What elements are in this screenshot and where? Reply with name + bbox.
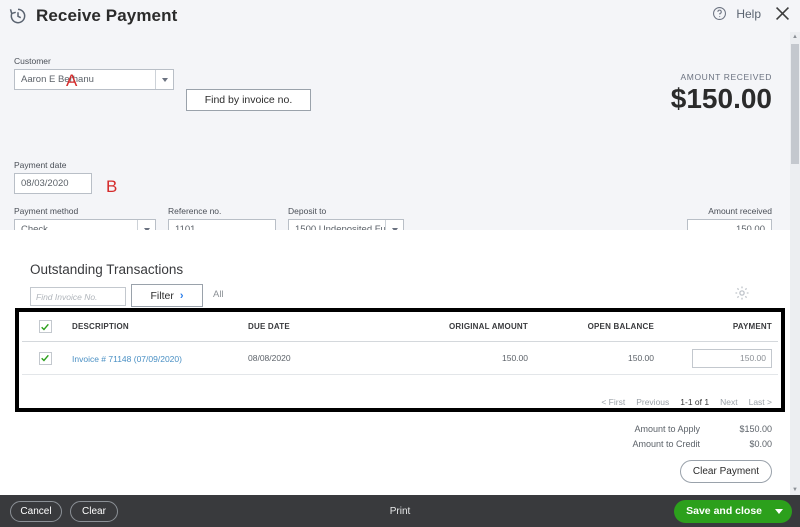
reference-no-label: Reference no. — [168, 206, 222, 216]
invoice-date: (07/09/2020) — [131, 354, 182, 364]
pagination-last[interactable]: Last > — [749, 397, 772, 407]
save-and-close-button[interactable]: Save and close — [674, 499, 792, 523]
customer-label: Customer — [14, 56, 51, 66]
pagination-first[interactable]: < First — [601, 397, 625, 407]
amount-to-apply-value: $150.00 — [739, 424, 772, 434]
checkbox-checked-icon — [38, 320, 52, 333]
filter-button[interactable]: Filter › — [131, 284, 203, 307]
window-titlebar: Receive Payment Help — [0, 0, 800, 32]
select-all-checkbox[interactable] — [22, 320, 68, 333]
titlebar-actions: Help — [712, 4, 792, 23]
pagination-previous[interactable]: Previous — [636, 397, 669, 407]
find-invoice-input[interactable]: Find Invoice No. — [30, 287, 126, 306]
amount-to-credit-label: Amount to Credit — [632, 439, 700, 449]
deposit-to-label: Deposit to — [288, 206, 327, 216]
pagination-next[interactable]: Next — [720, 397, 737, 407]
table-header-row: DESCRIPTION DUE DATE ORIGINAL AMOUNT OPE… — [22, 312, 778, 342]
column-header-payment: PAYMENT — [732, 322, 772, 331]
row-open-balance: 150.00 — [628, 353, 654, 363]
totals-section: Amount to Apply $150.00 Amount to Credit… — [522, 424, 772, 454]
checkbox-checked-icon — [38, 351, 52, 365]
column-header-description: DESCRIPTION — [72, 322, 129, 331]
customer-field-group: Customer Aaron E Berhanu — [14, 56, 174, 90]
outstanding-transactions-table: DESCRIPTION DUE DATE ORIGINAL AMOUNT OPE… — [22, 312, 778, 375]
clear-button[interactable]: Clear — [70, 500, 118, 522]
payment-amount-input[interactable]: 150.00 — [692, 348, 772, 368]
scrollbar-thumb[interactable] — [791, 44, 799, 164]
outstanding-transactions-panel: Outstanding Transactions Find Invoice No… — [0, 230, 800, 495]
amount-to-apply-label: Amount to Apply — [634, 424, 700, 434]
invoice-link[interactable]: Invoice # 71148 — [72, 354, 131, 364]
close-x-icon[interactable] — [773, 4, 792, 23]
page-title: Receive Payment — [36, 6, 178, 25]
column-header-due-date: DUE DATE — [248, 322, 290, 331]
row-original-amount: 150.00 — [502, 353, 528, 363]
payment-method-label: Payment method — [14, 206, 79, 216]
caret-down-icon[interactable] — [775, 508, 783, 514]
amount-to-credit-value: $0.00 — [749, 439, 772, 449]
scroll-down-icon[interactable]: ▼ — [792, 487, 798, 493]
amount-received-summary: AMOUNT RECEIVED $150.00 — [671, 72, 772, 115]
row-description: Invoice # 71148 (07/09/2020) — [68, 349, 248, 367]
customer-value: Aaron E Berhanu — [21, 74, 94, 85]
find-by-invoice-button[interactable]: Find by invoice no. — [186, 89, 311, 111]
row-due-date: 08/08/2020 — [248, 353, 291, 363]
history-clock-icon[interactable] — [8, 6, 28, 26]
print-button[interactable]: Print — [390, 506, 411, 517]
payment-date-field-group: Payment date 08/03/2020 — [14, 160, 92, 194]
receive-payment-window: Receive Payment Help Customer Aaron E Be… — [0, 0, 800, 527]
amount-received-total: $150.00 — [670, 83, 772, 114]
amount-to-apply-row: Amount to Apply $150.00 — [522, 424, 772, 434]
save-and-close-label: Save and close — [686, 505, 762, 517]
scroll-up-icon[interactable]: ▲ — [792, 34, 798, 40]
annotation-letter-a: A — [66, 71, 78, 90]
customer-select[interactable]: Aaron E Berhanu — [14, 69, 174, 90]
payment-date-label: Payment date — [14, 160, 67, 170]
cancel-button[interactable]: Cancel — [10, 500, 62, 522]
outstanding-transactions-title: Outstanding Transactions — [30, 262, 184, 277]
amount-received-caption: AMOUNT RECEIVED — [680, 72, 772, 82]
table-row[interactable]: Invoice # 71148 (07/09/2020) 08/08/2020 … — [22, 342, 778, 375]
chevron-down-icon[interactable] — [155, 70, 173, 89]
pagination-controls: < First Previous 1-1 of 1 Next Last > — [601, 397, 772, 407]
vertical-scrollbar[interactable]: ▲ ▼ — [790, 32, 800, 495]
column-header-open-balance: OPEN BALANCE — [587, 322, 654, 331]
filter-all-label[interactable]: All — [213, 289, 224, 300]
amount-received-label: Amount received — [708, 206, 772, 216]
amount-to-credit-row: Amount to Credit $0.00 — [522, 439, 772, 449]
payment-form-panel: Customer Aaron E Berhanu Find by invoice… — [0, 32, 800, 261]
row-select-checkbox[interactable] — [22, 351, 68, 365]
payment-date-input[interactable]: 08/03/2020 — [14, 173, 92, 194]
window-footer: Cancel Clear Print Save and close — [0, 495, 800, 527]
annotation-letter-b: B — [106, 177, 118, 196]
column-header-original-amount: ORIGINAL AMOUNT — [449, 322, 528, 331]
gear-icon[interactable] — [734, 285, 750, 301]
help-label[interactable]: Help — [736, 7, 761, 21]
question-circle-icon[interactable] — [712, 6, 727, 21]
pagination-range: 1-1 of 1 — [680, 397, 710, 407]
clear-payment-button[interactable]: Clear Payment — [680, 460, 772, 483]
filter-button-label: Filter — [150, 289, 174, 302]
row-payment-cell: 150.00 — [664, 348, 778, 368]
chevron-right-icon: › — [179, 289, 184, 302]
